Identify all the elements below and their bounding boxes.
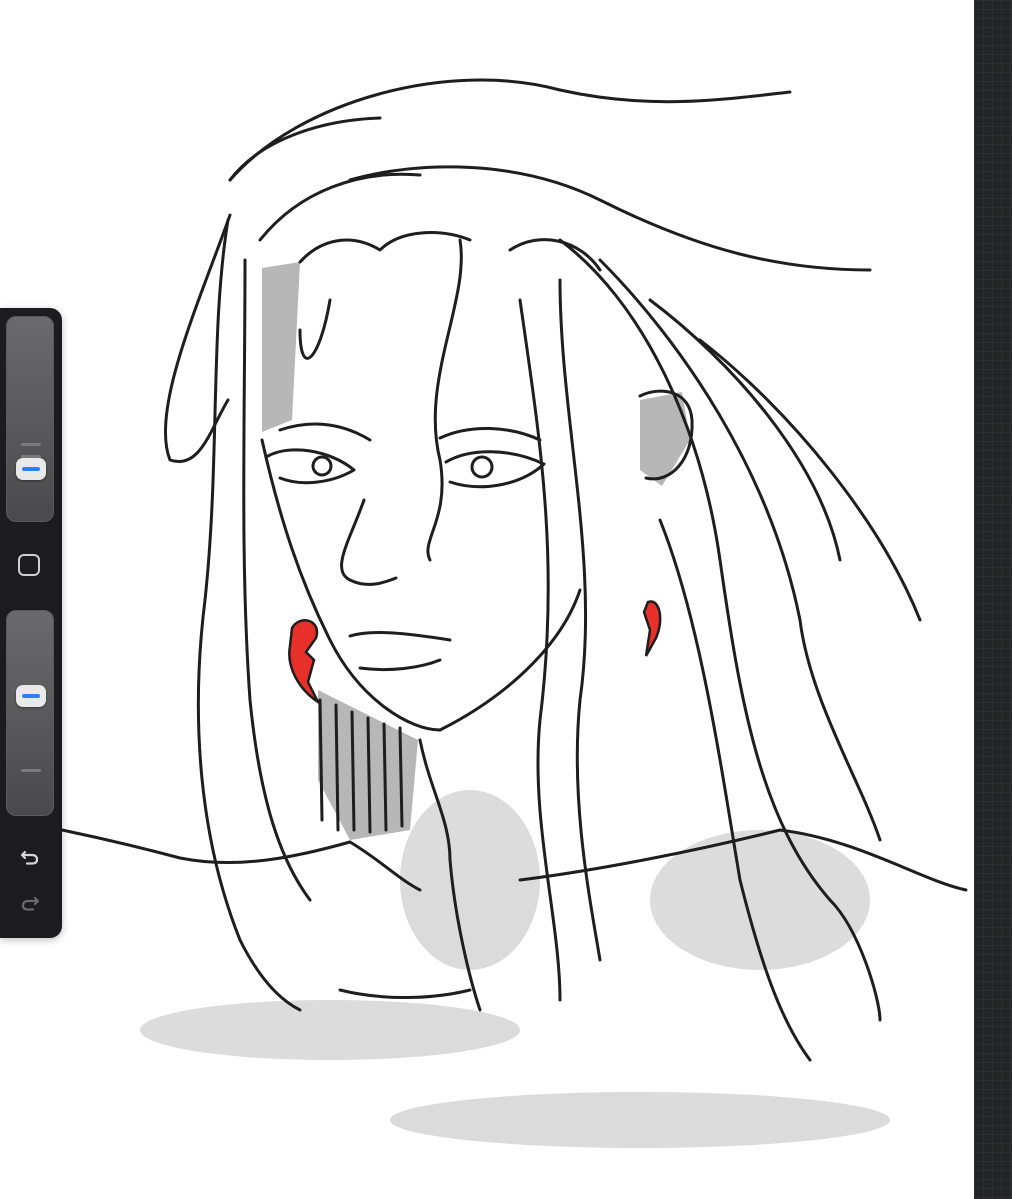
drawing-canvas[interactable] (0, 0, 974, 1199)
earring-right-icon (642, 600, 662, 657)
square-icon[interactable] (18, 554, 40, 576)
slider-tick (21, 769, 41, 772)
brush-size-slider[interactable] (6, 316, 54, 522)
slider-tick (21, 443, 41, 446)
brush-sidebar (0, 308, 62, 938)
earring-left-icon (288, 619, 322, 706)
opacity-thumb[interactable] (16, 685, 46, 708)
canvas-edge-strip (974, 0, 1012, 1199)
sketch-artwork (60, 78, 968, 1148)
brush-size-thumb[interactable] (16, 457, 46, 480)
redo-icon[interactable] (16, 888, 44, 916)
opacity-slider[interactable] (6, 610, 54, 816)
undo-icon[interactable] (16, 842, 44, 870)
